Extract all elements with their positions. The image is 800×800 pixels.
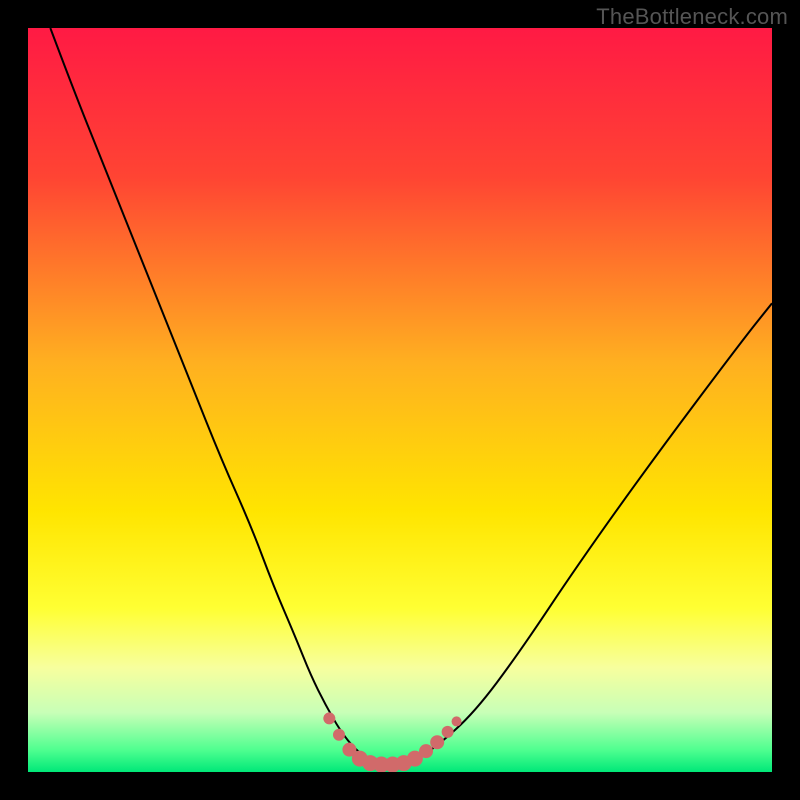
highlight-marker [419,744,433,758]
watermark-text: TheBottleneck.com [596,4,788,30]
highlight-marker [323,712,335,724]
highlight-marker [430,735,444,749]
chart-plot-area [28,28,772,772]
highlight-marker [333,729,345,741]
chart-background [28,28,772,772]
highlight-marker [442,726,454,738]
highlight-marker [452,716,462,726]
chart-svg [28,28,772,772]
